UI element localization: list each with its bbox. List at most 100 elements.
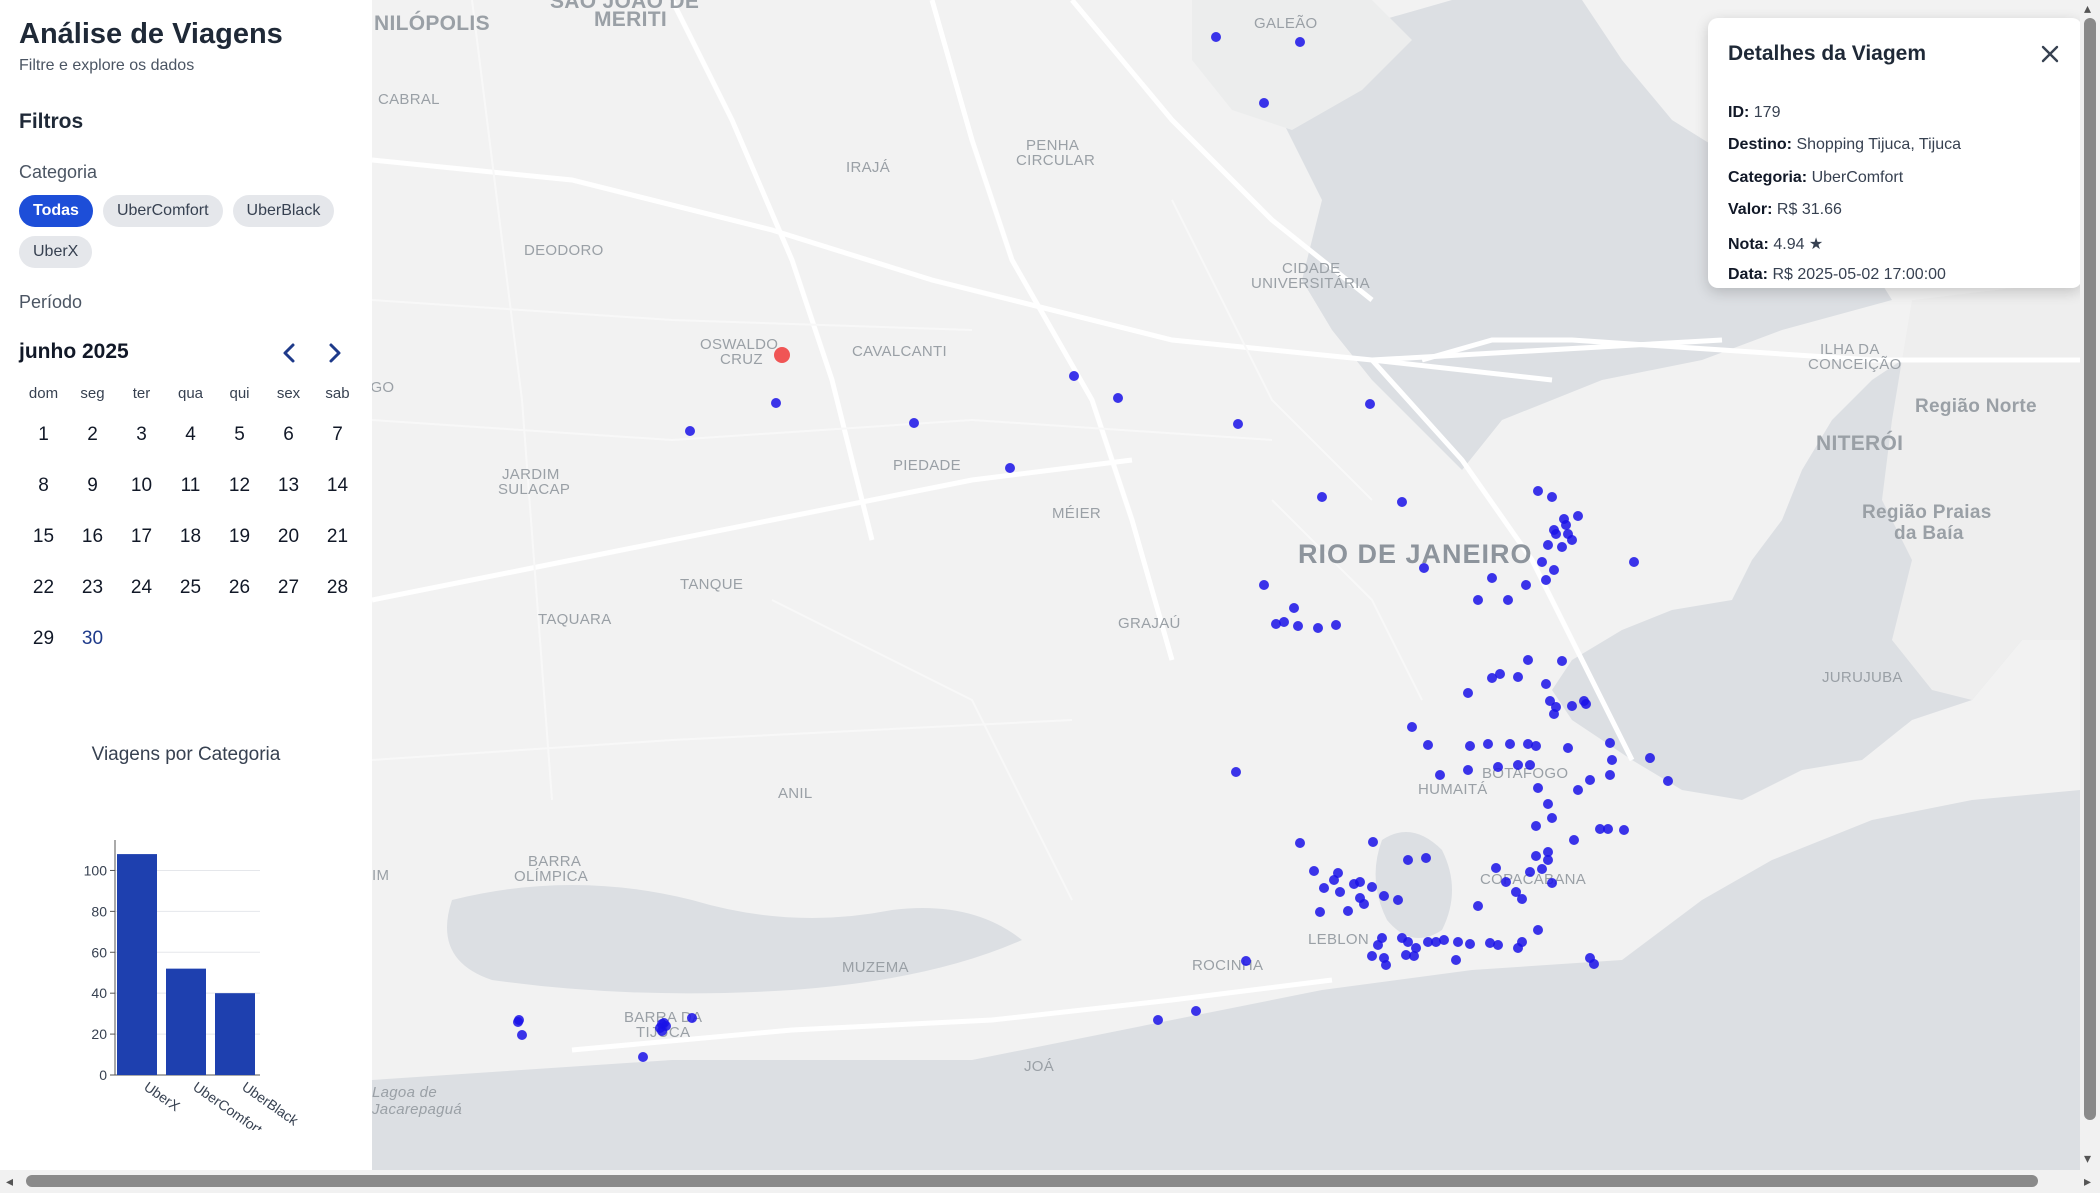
trip-point[interactable] [1605,770,1615,780]
trip-point[interactable] [1551,702,1561,712]
calendar-day[interactable]: 5 [215,409,264,460]
trip-point[interactable] [1401,950,1411,960]
trip-point[interactable] [1567,701,1577,711]
trip-point[interactable] [1393,895,1403,905]
next-month-icon[interactable] [319,338,349,368]
trip-point[interactable] [1533,486,1543,496]
calendar-day[interactable]: 7 [313,409,362,460]
trip-point[interactable] [1435,770,1445,780]
trip-point[interactable] [1465,741,1475,751]
close-icon[interactable] [2036,40,2064,68]
trip-point[interactable] [1629,557,1639,567]
trip-point[interactable] [1368,837,1378,847]
trip-point[interactable] [1463,765,1473,775]
trip-point[interactable] [1549,565,1559,575]
scroll-down-icon[interactable]: ▾ [2084,1150,2091,1167]
scroll-up-icon[interactable]: ▴ [2084,0,2091,17]
trip-point[interactable] [1397,933,1407,943]
trip-point[interactable] [1355,877,1365,887]
trip-point[interactable] [1521,580,1531,590]
trip-point[interactable] [1487,673,1497,683]
trip-point[interactable] [1607,755,1617,765]
trip-point[interactable] [1549,525,1559,535]
trip-point[interactable] [1573,511,1583,521]
trip-point[interactable] [1279,617,1289,627]
calendar-day[interactable]: 2 [68,409,117,460]
trip-point[interactable] [1513,760,1523,770]
calendar-day[interactable]: 20 [264,511,313,562]
calendar-day[interactable]: 18 [166,511,215,562]
trip-point[interactable] [1069,371,1079,381]
trip-point[interactable] [638,1052,648,1062]
trip-point[interactable] [1543,540,1553,550]
trip-point[interactable] [1503,595,1513,605]
trip-point[interactable] [1605,738,1615,748]
horizontal-scrollbar[interactable]: ◂ ▸ [0,1170,2100,1193]
calendar-day[interactable]: 16 [68,511,117,562]
trip-point[interactable] [1359,899,1369,909]
trip-point[interactable] [1533,925,1543,935]
trip-point[interactable] [1397,497,1407,507]
trip-point[interactable] [1367,951,1377,961]
calendar-day-today[interactable]: 30 [68,613,117,664]
trip-point[interactable] [1451,955,1461,965]
trip-point[interactable] [1153,1015,1163,1025]
calendar-day[interactable]: 19 [215,511,264,562]
trip-point[interactable] [1547,492,1557,502]
trip-point[interactable] [1569,835,1579,845]
calendar-day[interactable]: 25 [166,562,215,613]
trip-point[interactable] [1589,959,1599,969]
trip-point[interactable] [1531,741,1541,751]
prev-month-icon[interactable] [275,338,305,368]
trip-point[interactable] [1581,699,1591,709]
trip-point[interactable] [1501,877,1511,887]
trip-point[interactable] [1505,739,1515,749]
trip-point[interactable] [1465,939,1475,949]
trip-point[interactable] [1543,799,1553,809]
scroll-left-icon[interactable]: ◂ [6,1173,13,1190]
trip-point[interactable] [1319,883,1329,893]
trip-point[interactable] [1513,943,1523,953]
trip-point[interactable] [1313,623,1323,633]
trip-point[interactable] [1491,863,1501,873]
trip-point[interactable] [1453,937,1463,947]
trip-point[interactable] [1517,894,1527,904]
calendar-day[interactable]: 14 [313,460,362,511]
trip-point[interactable] [685,426,695,436]
trip-point[interactable] [1513,672,1523,682]
calendar-day[interactable]: 8 [19,460,68,511]
trip-point[interactable] [1533,783,1543,793]
trip-point[interactable] [1485,938,1495,948]
trip-point[interactable] [1259,98,1269,108]
trip-point[interactable] [1573,785,1583,795]
vertical-scrollbar[interactable]: ▴ ▾ [2080,0,2100,1170]
horizontal-scroll-thumb[interactable] [26,1175,2038,1187]
chip-ubercomfort[interactable]: UberComfort [102,195,223,227]
trip-point[interactable] [659,1018,669,1028]
calendar-day[interactable]: 28 [313,562,362,613]
trip-point[interactable] [1557,542,1567,552]
trip-point[interactable] [1463,688,1473,698]
calendar-day[interactable]: 6 [264,409,313,460]
calendar-day[interactable]: 27 [264,562,313,613]
trip-point[interactable] [1343,906,1353,916]
trip-point[interactable] [1525,867,1535,877]
calendar-day[interactable]: 29 [19,613,68,664]
chip-uberblack[interactable]: UberBlack [232,195,335,227]
trip-point[interactable] [1295,37,1305,47]
trip-point[interactable] [1487,573,1497,583]
calendar-day[interactable]: 24 [117,562,166,613]
trip-point[interactable] [1547,878,1557,888]
trip-point[interactable] [1005,463,1015,473]
trip-point[interactable] [1233,419,1243,429]
trip-point[interactable] [1403,855,1413,865]
trip-point[interactable] [1367,882,1377,892]
trip-point[interactable] [1563,743,1573,753]
trip-point[interactable] [1585,775,1595,785]
calendar-day[interactable]: 10 [117,460,166,511]
calendar-day[interactable]: 17 [117,511,166,562]
trip-point[interactable] [1381,960,1391,970]
calendar-day[interactable]: 23 [68,562,117,613]
trip-point[interactable] [1331,620,1341,630]
trip-point[interactable] [517,1030,527,1040]
